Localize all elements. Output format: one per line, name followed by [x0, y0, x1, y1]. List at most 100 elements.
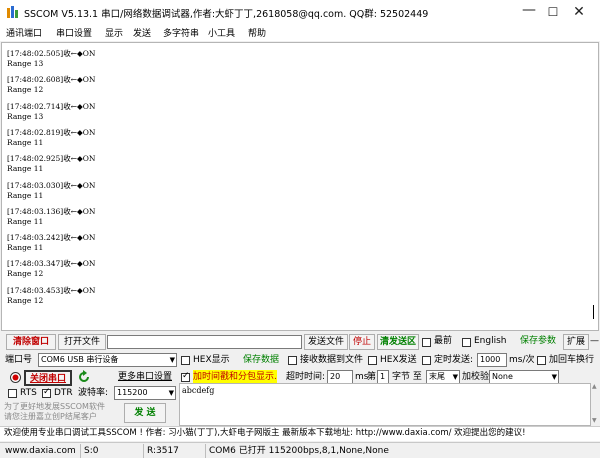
topmost-checkbox[interactable] [422, 338, 431, 347]
log-value: Range 11 [7, 216, 44, 226]
timestamp-checkbox[interactable] [181, 371, 190, 382]
log-timestamp: [17:48:02.714]收←◆ON [7, 101, 96, 111]
rts-label: RTS [20, 388, 37, 398]
log-timestamp: [17:48:02.608]收←◆ON [7, 75, 96, 85]
dtr-checkbox[interactable] [42, 387, 51, 398]
append-newline-checkbox[interactable] [537, 356, 546, 365]
status-port-state: COM6 已打开 115200bps,8,1,None,None [205, 444, 389, 458]
hex-display-checkbox[interactable] [181, 356, 190, 365]
menu-send[interactable]: 发送 [133, 26, 151, 39]
log-timestamp: [17:48:02.505]收←◆ON [7, 49, 96, 58]
checksum-select[interactable]: None ▼ [489, 370, 559, 384]
timed-send-checkbox[interactable] [422, 356, 431, 365]
nth-byte-input[interactable]: 1 [377, 370, 389, 384]
rts-checkbox[interactable] [8, 389, 17, 398]
english-label: English [474, 336, 507, 346]
send-text: abcdefg [182, 386, 215, 395]
clear-window-button[interactable]: 清除窗口 [6, 334, 56, 350]
chevron-down-icon: ▼ [551, 373, 557, 381]
checksum-select-value: None [492, 372, 513, 381]
log-value: Range 11 [7, 164, 44, 174]
open-file-button[interactable]: 打开文件 [58, 334, 106, 350]
log-timestamp: [17:48:03.136]收←◆ON [7, 206, 96, 216]
log-timestamp: [17:48:03.030]收←◆ON [7, 180, 96, 190]
close-button[interactable]: ✕ [556, 0, 600, 24]
menu-comm-port[interactable]: 通讯端口 [6, 26, 42, 39]
clear-send-area-button[interactable]: 清发送区 [377, 334, 419, 350]
scroll-down-icon[interactable]: ▼ [592, 417, 597, 424]
status-sent-count: S:0 [80, 444, 98, 458]
refresh-icon[interactable] [77, 370, 91, 384]
scroll-up-icon[interactable]: ▲ [592, 383, 597, 390]
log-value: Range 12 [7, 269, 44, 279]
checksum-label: 加校验 [462, 372, 490, 382]
interval-unit: ms/次 [509, 355, 535, 365]
end-select-value: 末尾 [429, 372, 445, 381]
more-port-settings-button[interactable]: 更多串口设置 [115, 370, 175, 386]
hex-send-checkbox[interactable] [368, 356, 377, 365]
menu-display[interactable]: 显示 [105, 26, 123, 39]
send-scrollbar[interactable]: ▲ ▼ [591, 383, 600, 426]
log-value: Range 13 [7, 59, 44, 68]
log-timestamp: [17:48:03.347]收←◆ON [7, 259, 96, 269]
log-timestamp: [17:48:02.925]收←◆ON [7, 154, 96, 164]
menu-port-settings[interactable]: 串口设置 [56, 26, 92, 39]
stop-button[interactable]: 停止 [349, 334, 375, 350]
append-newline-label: 加回车换行 [549, 355, 595, 365]
byte-to-label: 字节 至 [392, 372, 422, 382]
port-status-icon [10, 372, 21, 383]
hex-send-label: HEX发送 [380, 355, 417, 365]
send-button[interactable]: 发 送 [124, 403, 166, 423]
baud-label: 波特率: [78, 388, 109, 398]
log-timestamp: [17:48:03.242]收←◆ON [7, 233, 96, 243]
status-received-count: R:3517 [143, 444, 179, 458]
promo-banner: 欢迎使用专业串口调试工具SSCOM ! 作者: 习小猫(丁丁),大虾电子网版主 … [0, 426, 600, 441]
file-path-input[interactable] [107, 335, 302, 349]
dtr-label: DTR [54, 388, 73, 398]
interval-input[interactable]: 1000 [477, 353, 507, 367]
timeout-label: 超时时间: [286, 372, 326, 382]
baud-select[interactable]: 115200 ▼ [114, 386, 176, 400]
timed-send-label: 定时发送: [434, 355, 474, 365]
register-hint-line-1: 为了更好地发展SSCOM软件 [4, 402, 105, 411]
receive-area[interactable]: [17:48:02.505]收←◆ON Range 13 [17:48:02.608… [1, 42, 599, 331]
port-label: 端口号 [5, 355, 33, 365]
send-text-area[interactable]: abcdefg [179, 383, 591, 426]
menu-multi-string[interactable]: 多字符串 [163, 26, 199, 39]
topmost-label: 最前 [434, 336, 453, 346]
log-value: Range 11 [7, 243, 44, 253]
text-caret [593, 305, 594, 319]
timestamp-label: 加时间戳和分包显示. [193, 370, 277, 384]
end-select[interactable]: 末尾 ▼ [426, 370, 460, 384]
log-value: Range 11 [7, 137, 44, 147]
save-data-button[interactable]: 保存数据 [238, 353, 284, 369]
menu-bar: 通讯端口 串口设置 显示 发送 多字符串 小工具 帮助 [0, 24, 600, 41]
toolbar-row-1: 清除窗口 打开文件 发送文件 停止 清发送区 最前 English 保存参数 扩… [0, 333, 600, 351]
title-bar: SSCOM V5.13.1 串口/网络数据调试器,作者:大虾丁丁,2618058… [0, 0, 600, 24]
save-params-button[interactable]: 保存参数 [516, 334, 560, 350]
timeout-input[interactable]: 20 [327, 370, 353, 384]
send-file-button[interactable]: 发送文件 [304, 334, 348, 350]
menu-tools[interactable]: 小工具 [208, 26, 235, 39]
baud-select-value: 115200 [117, 388, 148, 397]
window-title: SSCOM V5.13.1 串口/网络数据调试器,作者:大虾丁丁,2618058… [24, 9, 429, 20]
log-timestamp: [17:48:02.819]收←◆ON [7, 127, 96, 137]
receive-to-file-checkbox[interactable] [288, 356, 297, 365]
status-website: www.daxia.com [5, 446, 76, 456]
collapse-button[interactable]: — [589, 334, 600, 350]
app-icon [7, 6, 18, 18]
menu-help[interactable]: 帮助 [248, 26, 266, 39]
register-hint-line-2: 请您注册嘉立创P结尾客户 [4, 412, 97, 421]
port-select-value: COM6 USB 串行设备 [41, 355, 119, 364]
log-value: Range 11 [7, 190, 44, 200]
port-select[interactable]: COM6 USB 串行设备 ▼ [38, 353, 177, 367]
log-value: Range 13 [7, 111, 44, 121]
hex-display-label: HEX显示 [193, 355, 230, 365]
log-value: Range 12 [7, 85, 44, 95]
receive-to-file-label: 接收数据到文件 [300, 355, 364, 365]
expand-button[interactable]: 扩展 [563, 334, 589, 350]
chevron-down-icon: ▼ [168, 389, 174, 397]
english-checkbox[interactable] [462, 338, 471, 347]
chevron-down-icon: ▼ [452, 373, 458, 381]
close-port-button[interactable]: 关闭串口 [24, 370, 72, 386]
